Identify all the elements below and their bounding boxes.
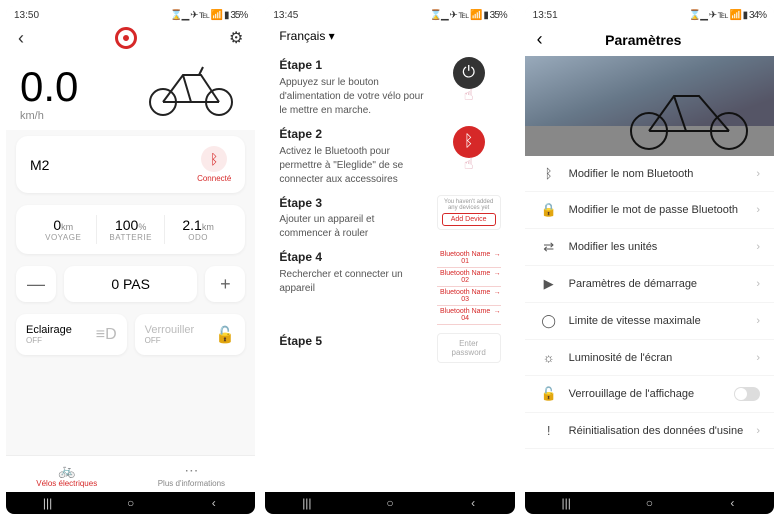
password-preview: Enter password	[437, 333, 501, 363]
bike-image	[78, 57, 241, 122]
status-icons: ⌛▁ ✈ ℡ 📶 ▮ 35%	[170, 10, 247, 21]
chevron-right-icon: ›	[756, 315, 760, 327]
bike-model: M2	[30, 157, 49, 173]
connection-card[interactable]: M2 ᛒ Connecté	[16, 136, 245, 193]
finger-icon: ☝︎	[437, 154, 501, 174]
play-icon: ▶	[539, 276, 559, 292]
pas-plus-button[interactable]: +	[205, 266, 245, 302]
nav-back-icon[interactable]: ‹	[464, 496, 482, 510]
lock-icon: 🔓	[215, 325, 235, 345]
step-3: Étape 3Ajouter un appareil et commencer …	[279, 195, 500, 242]
row-brightness[interactable]: ☼Luminosité de l'écran›	[525, 340, 774, 376]
nav-recent-icon[interactable]: |||	[557, 496, 575, 510]
chevron-right-icon: ›	[756, 241, 760, 253]
unlock-icon: 🔓	[539, 386, 559, 402]
nav-recent-icon[interactable]: |||	[298, 496, 316, 510]
top-bar: ‹ ⚙	[6, 23, 255, 53]
nav-home-icon[interactable]: ○	[640, 496, 658, 510]
android-nav: ||| ○ ‹	[265, 492, 514, 514]
settings-list: ᛒModifier le nom Bluetooth› 🔒Modifier le…	[525, 156, 774, 492]
step-1: Étape 1Appuyez sur le bouton d'alimentat…	[279, 57, 500, 118]
screen-dashboard: 13:50 ⌛▁ ✈ ℡ 📶 ▮ 35% ‹ ⚙ 0.0 km/h M2 ᛒ C…	[6, 6, 255, 514]
speed-unit: km/h	[20, 110, 78, 122]
warning-icon: !	[539, 423, 559, 438]
android-nav: ||| ○ ‹	[6, 492, 255, 514]
pas-level: 0 PAS	[64, 266, 197, 302]
brand-logo-icon	[115, 27, 137, 49]
connection-status: Connecté	[197, 174, 231, 183]
row-bt-password[interactable]: 🔒Modifier le mot de passe Bluetooth›	[525, 192, 774, 229]
row-bt-name[interactable]: ᛒModifier le nom Bluetooth›	[525, 156, 774, 192]
row-display-lock[interactable]: 🔓Verrouillage de l'affichage	[525, 376, 774, 413]
stat-voyage: 0km VOYAGE	[30, 215, 97, 244]
headlight-icon: ≡D	[96, 326, 117, 344]
row-startup[interactable]: ▶Paramètres de démarrage›	[525, 266, 774, 303]
row-speed-limit[interactable]: ◯Limite de vitesse maximale›	[525, 303, 774, 340]
back-icon[interactable]: ‹	[18, 28, 24, 49]
settings-hero-image	[525, 56, 774, 156]
tab-more[interactable]: ⋯ Plus d'informations	[158, 462, 225, 488]
status-bar: 13:51 ⌛▁ ✈ ℡ 📶 ▮ 34%	[525, 6, 774, 23]
step-5: Étape 5 Enter password	[279, 333, 500, 363]
display-lock-switch[interactable]	[734, 387, 760, 401]
units-icon: ⇄	[539, 239, 559, 255]
settings-gear-icon[interactable]: ⚙	[229, 28, 243, 48]
status-icons: ⌛▁ ✈ ℡ 📶 ▮ 34%	[689, 10, 766, 21]
screen-onboarding: 13:45 ⌛▁ ✈ ℡ 📶 ▮ 35% Français ▾ Étape 1A…	[265, 6, 514, 514]
status-bar: 13:45 ⌛▁ ✈ ℡ 📶 ▮ 35%	[265, 6, 514, 23]
nav-home-icon[interactable]: ○	[122, 496, 140, 510]
chevron-right-icon: ›	[756, 168, 760, 180]
nav-home-icon[interactable]: ○	[381, 496, 399, 510]
lighting-toggle[interactable]: Eclairage OFF ≡D	[16, 314, 127, 355]
bluetooth-icon: ᛒ	[201, 146, 227, 172]
status-time: 13:51	[533, 10, 558, 21]
android-nav: ||| ○ ‹	[525, 492, 774, 514]
connection-status-block: ᛒ Connecté	[197, 146, 231, 183]
nav-back-icon[interactable]: ‹	[723, 496, 741, 510]
add-device-preview: You haven't added any devices yet Add De…	[437, 195, 501, 230]
step-4: Étape 4Rechercher et connecter un appare…	[279, 249, 500, 325]
speed-value: 0.0	[20, 66, 78, 108]
step-2: Étape 2Activez le Bluetooth pour permett…	[279, 126, 500, 187]
device-list-preview: Bluetooth Name 01→ Bluetooth Name 02→ Bl…	[437, 249, 501, 325]
bluetooth-icon: ᛒ	[539, 166, 559, 181]
nav-back-icon[interactable]: ‹	[205, 496, 223, 510]
speed-hero: 0.0 km/h	[6, 53, 255, 130]
stat-battery: 100% BATTERIE	[97, 215, 164, 244]
power-icon: ⏻	[453, 57, 485, 89]
lock-icon: 🔒	[539, 202, 559, 218]
page-title: Paramètres	[543, 32, 744, 48]
row-units[interactable]: ⇄Modifier les unités›	[525, 229, 774, 266]
pas-minus-button[interactable]: —	[16, 266, 56, 302]
language-selector[interactable]: Français ▾	[265, 23, 514, 49]
brightness-icon: ☼	[539, 350, 559, 365]
settings-header: ‹ Paramètres	[525, 23, 774, 56]
status-bar: 13:50 ⌛▁ ✈ ℡ 📶 ▮ 35%	[6, 6, 255, 23]
stats-card: 0km VOYAGE 100% BATTERIE 2.1km ODO	[16, 205, 245, 254]
stat-odo: 2.1km ODO	[165, 215, 231, 244]
status-time: 13:50	[14, 10, 39, 21]
row-factory-reset[interactable]: !Réinitialisation des données d'usine›	[525, 413, 774, 449]
add-device-button: Add Device	[442, 213, 496, 226]
more-icon: ⋯	[158, 462, 225, 479]
bottom-tabs: 🚲 Vélos électriques ⋯ Plus d'information…	[6, 455, 255, 492]
gauge-icon: ◯	[539, 313, 559, 329]
chevron-right-icon: ›	[756, 352, 760, 364]
tab-ebikes[interactable]: 🚲 Vélos électriques	[36, 462, 97, 488]
pas-control: — 0 PAS +	[16, 266, 245, 302]
bike-icon: 🚲	[36, 462, 97, 479]
screen-settings: 13:51 ⌛▁ ✈ ℡ 📶 ▮ 34% ‹ Paramètres ᛒModif…	[525, 6, 774, 514]
chevron-right-icon: ›	[756, 204, 760, 216]
status-time: 13:45	[273, 10, 298, 21]
status-icons: ⌛▁ ✈ ℡ 📶 ▮ 35%	[430, 10, 507, 21]
chevron-right-icon: ›	[756, 425, 760, 437]
nav-recent-icon[interactable]: |||	[39, 496, 57, 510]
lock-toggle[interactable]: Verrouiller OFF 🔓	[135, 314, 246, 355]
chevron-right-icon: ›	[756, 278, 760, 290]
